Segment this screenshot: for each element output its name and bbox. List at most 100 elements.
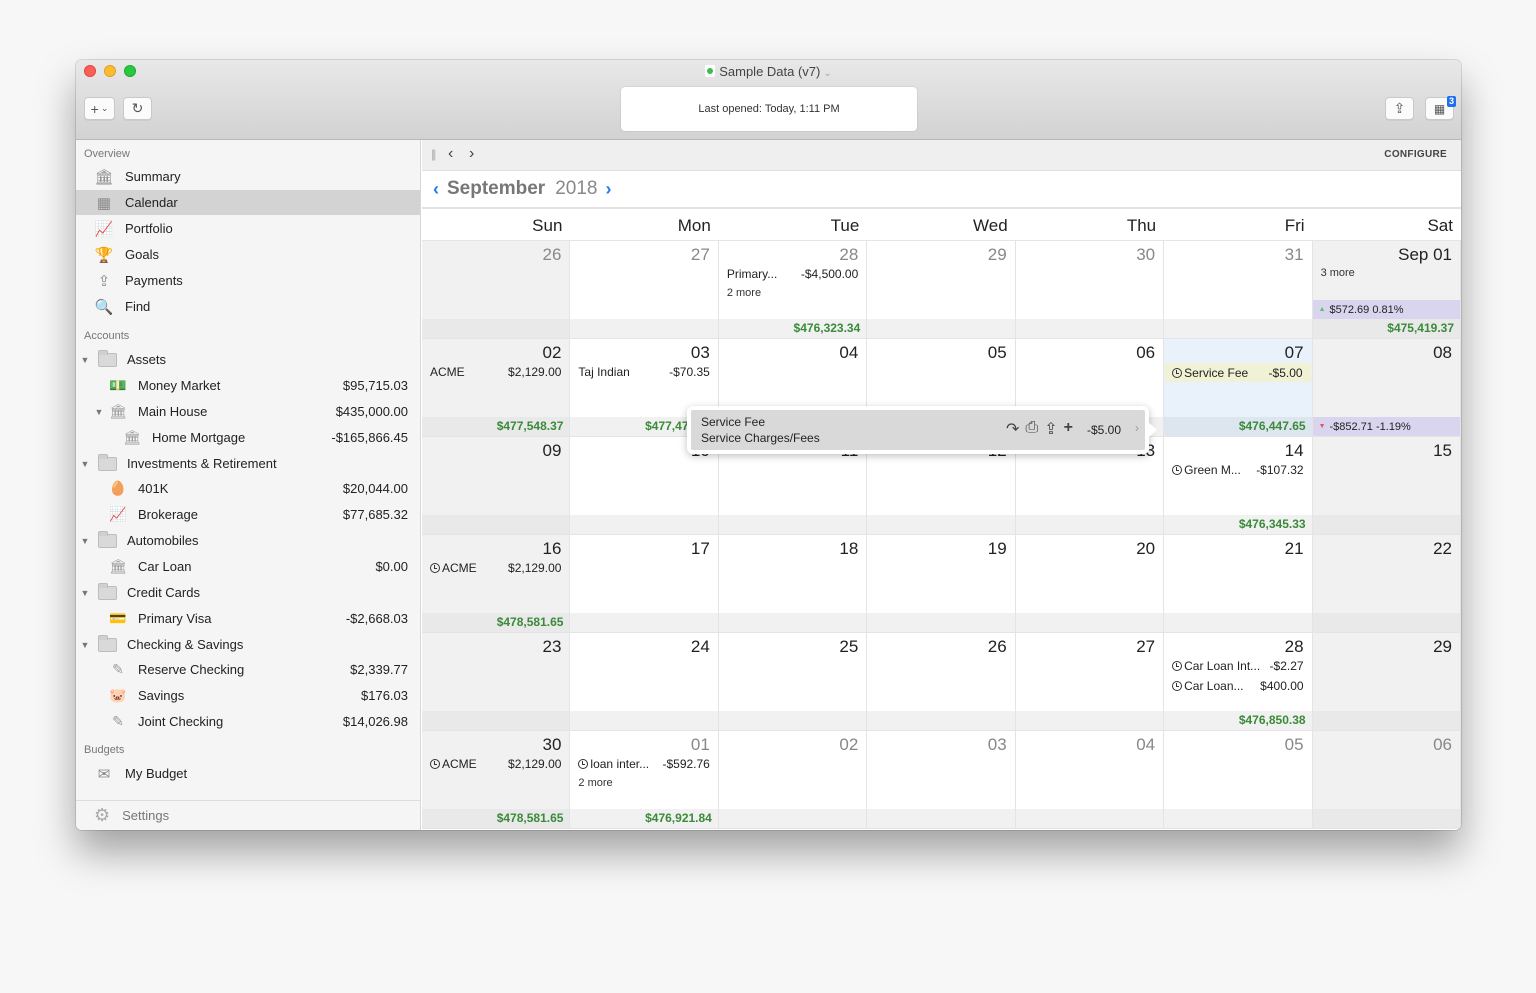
account-main-house[interactable]: ▼ 🏛 Main House $435,000.00 xyxy=(76,399,420,424)
sidebar-item-find[interactable]: 🔍 Find xyxy=(76,294,420,319)
transaction-popover[interactable]: Service Fee Service Charges/Fees ↷ ⎙ ⇪ +… xyxy=(687,406,1157,454)
account-401k[interactable]: 🥚 401K $20,044.00 xyxy=(76,476,420,501)
calendar-day-cell[interactable]: 29 xyxy=(867,241,1016,339)
balance-strip xyxy=(1312,613,1460,632)
account-group-assets[interactable]: ▼ Assets xyxy=(76,347,420,372)
account-savings[interactable]: 🐷 Savings $176.03 xyxy=(76,683,420,708)
sidebar-item-calendar[interactable]: ▦ Calendar xyxy=(76,190,420,215)
disclosure-triangle-icon[interactable]: ▼ xyxy=(80,640,90,650)
add-icon[interactable]: + xyxy=(1064,419,1073,439)
transaction-item[interactable]: loan inter... -$592.76 xyxy=(578,757,710,771)
transaction-item[interactable]: Primary... -$4,500.00 xyxy=(727,267,858,281)
calendar-day-cell[interactable]: 23 xyxy=(422,633,571,731)
calendar-day-cell[interactable]: 20 xyxy=(1015,535,1165,633)
calendar-day-cell[interactable]: 22 xyxy=(1312,535,1461,633)
calendar-day-cell[interactable]: 26 xyxy=(867,633,1016,731)
calendar-day-cell[interactable]: 16 ACME $2,129.00 $478,581.65 xyxy=(422,535,571,633)
calendar-day-cell[interactable]: 07 Service Fee -$5.00 $476,447.65 xyxy=(1164,339,1313,437)
settings-button[interactable]: ⚙ Settings xyxy=(76,800,420,830)
calendar-day-cell[interactable]: 14 Green M... -$107.32 $476,345.33 xyxy=(1164,437,1313,535)
calendar-day-cell[interactable]: 02 ACME $2,129.00 $477,548.37 xyxy=(422,339,571,437)
balance-strip xyxy=(867,711,1015,730)
calendar-day-cell[interactable]: 09 xyxy=(422,437,571,535)
calendar-day-cell[interactable]: Sep 01 3 more ▲ $572.69 0.81% $475,419.37 xyxy=(1312,241,1461,339)
disclosure-triangle-icon[interactable]: ▼ xyxy=(80,536,90,546)
transaction-item[interactable]: ACME $2,129.00 xyxy=(430,561,561,575)
configure-button[interactable]: CONFIGURE xyxy=(1384,149,1447,160)
account-group-investments[interactable]: ▼ Investments & Retirement xyxy=(76,451,420,476)
calendar-day-cell[interactable]: 17 xyxy=(570,535,719,633)
next-month-button[interactable]: › xyxy=(605,179,611,200)
forward-button[interactable]: › xyxy=(469,145,474,163)
add-menu-button[interactable]: + ⌄ xyxy=(84,97,115,120)
calendar-day-cell[interactable]: 24 xyxy=(570,633,719,731)
account-group-checking-savings[interactable]: ▼ Checking & Savings xyxy=(76,632,420,657)
account-money-market[interactable]: 💵 Money Market $95,715.03 xyxy=(76,373,420,398)
calendar-day-cell[interactable]: 05 xyxy=(1164,731,1313,829)
transaction-item[interactable]: Taj Indian -$70.35 xyxy=(578,365,709,379)
calendar-day-cell[interactable]: 28 Car Loan Int... -$2.27 Car Loan... $400.0… xyxy=(1164,633,1313,731)
account-home-mortgage[interactable]: 🏛 Home Mortgage -$165,866.45 xyxy=(76,425,420,450)
calendar-day-cell[interactable]: 30 ACME $2,129.00 $478,581.65 xyxy=(422,731,571,829)
transaction-payee: Car Loan... xyxy=(1172,679,1244,693)
transaction-item[interactable]: Service Fee -$5.00 xyxy=(1165,363,1311,382)
calendar-day-cell[interactable]: 18 xyxy=(718,535,868,633)
upload-button[interactable]: ⇪ xyxy=(1385,97,1414,120)
previous-month-button[interactable]: ‹ xyxy=(433,179,439,200)
transaction-item[interactable]: Car Loan... $400.00 xyxy=(1172,679,1304,693)
more-link[interactable]: 2 more xyxy=(578,777,612,789)
refresh-button[interactable]: ↻ xyxy=(123,97,152,120)
calendar-day-cell[interactable]: 06 xyxy=(1312,731,1461,829)
account-group-automobiles[interactable]: ▼ Automobiles xyxy=(76,528,420,553)
calendar-day-cell[interactable]: 31 xyxy=(1164,241,1313,339)
disclosure-triangle-icon[interactable]: ▼ xyxy=(80,588,90,598)
chevron-right-icon[interactable]: › xyxy=(1135,421,1139,435)
window-title[interactable]: Sample Data (v7) ⌄ xyxy=(76,64,1461,79)
transaction-amount: -$107.32 xyxy=(1256,463,1304,477)
transaction-item[interactable]: ACME $2,129.00 xyxy=(430,365,561,379)
sidebar-item-portfolio[interactable]: 📈 Portfolio xyxy=(76,216,420,241)
account-group-credit-cards[interactable]: ▼ Credit Cards xyxy=(76,580,420,605)
transaction-item[interactable]: Car Loan Int... -$2.27 xyxy=(1172,659,1304,673)
disclosure-triangle-icon[interactable]: ▼ xyxy=(94,407,104,417)
calendar-day-cell[interactable]: 27 xyxy=(1015,633,1165,731)
account-joint-checking[interactable]: ✎ Joint Checking $14,026.98 xyxy=(76,709,420,734)
calendar-day-cell[interactable]: 01 loan inter... -$592.76 2 more $476,921.84 xyxy=(570,731,719,829)
repeat-icon[interactable]: ↷ xyxy=(1006,419,1019,439)
print-icon[interactable]: ⎙ xyxy=(1025,419,1038,439)
disclosure-triangle-icon[interactable]: ▼ xyxy=(80,355,90,365)
disclosure-triangle-icon[interactable]: ▼ xyxy=(80,459,90,469)
calendar-day-cell[interactable]: 08 ▼ -$852.71 -1.19% xyxy=(1312,339,1461,437)
account-reserve-checking[interactable]: ✎ Reserve Checking $2,339.77 xyxy=(76,657,420,682)
sidebar-item-summary[interactable]: 🏛 Summary xyxy=(76,164,420,189)
calendar-day-cell[interactable]: 25 xyxy=(718,633,868,731)
more-link[interactable]: 3 more xyxy=(1321,267,1355,279)
calendar-day-cell[interactable]: 03 xyxy=(867,731,1016,829)
account-brokerage[interactable]: 📈 Brokerage $77,685.32 xyxy=(76,502,420,527)
calendar-day-cell[interactable]: 21 xyxy=(1164,535,1313,633)
calendar-day-cell[interactable]: 27 xyxy=(570,241,719,339)
calendar-day-cell[interactable]: 19 xyxy=(867,535,1016,633)
calendar-day-cell[interactable]: 15 xyxy=(1312,437,1461,535)
transaction-payee: Service Fee xyxy=(1172,366,1248,380)
account-car-loan[interactable]: 🏛 Car Loan $0.00 xyxy=(76,554,420,579)
calendar-day-cell[interactable]: 04 xyxy=(1015,731,1165,829)
notifications-button[interactable]: ▦ 3 xyxy=(1425,96,1456,120)
calendar-day-cell[interactable]: 28 Primary... -$4,500.00 2 more $476,323.34 xyxy=(718,241,868,339)
day-number: 05 xyxy=(1284,735,1304,754)
calendar-day-cell[interactable]: 26 xyxy=(422,241,571,339)
back-button[interactable]: ‹ xyxy=(448,145,453,163)
sidebar-item-goals[interactable]: 🏆 Goals xyxy=(76,242,420,267)
transaction-item[interactable]: Green M... -$107.32 xyxy=(1172,463,1304,477)
more-link[interactable]: 2 more xyxy=(727,287,761,299)
sidebar-item-my-budget[interactable]: ✉ My Budget xyxy=(76,761,420,786)
account-primary-visa[interactable]: 💳 Primary Visa -$2,668.03 xyxy=(76,606,420,631)
sidebar-item-payments[interactable]: ⇪ Payments xyxy=(76,268,420,293)
calendar-day-cell[interactable]: 29 xyxy=(1312,633,1461,731)
drag-handle-icon[interactable]: ||| xyxy=(431,147,437,161)
gear-icon: ⚙ xyxy=(94,805,111,825)
calendar-day-cell[interactable]: 30 xyxy=(1015,241,1165,339)
transaction-item[interactable]: ACME $2,129.00 xyxy=(430,757,561,771)
upload-icon[interactable]: ⇪ xyxy=(1044,419,1057,439)
calendar-day-cell[interactable]: 02 xyxy=(718,731,868,829)
